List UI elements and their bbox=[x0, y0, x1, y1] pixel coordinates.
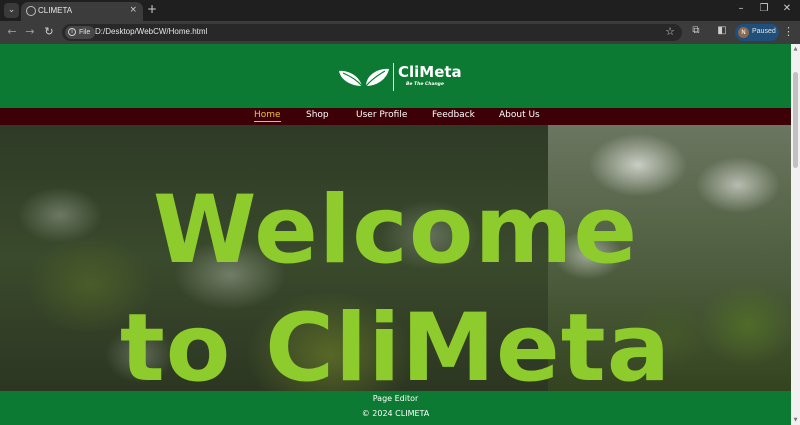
nav-user-profile[interactable]: User Profile bbox=[356, 110, 407, 120]
brand-name: CliMeta bbox=[398, 63, 462, 81]
browser-menu-icon[interactable]: ⋮ bbox=[783, 25, 794, 38]
page-editor-link[interactable]: Page Editor bbox=[0, 394, 791, 403]
back-button[interactable]: ← bbox=[5, 25, 19, 38]
reload-button[interactable]: ↻ bbox=[42, 25, 56, 38]
minimize-button[interactable]: – bbox=[731, 3, 751, 14]
globe-icon bbox=[26, 6, 36, 16]
forward-button[interactable]: → bbox=[23, 25, 37, 38]
nav-about-us[interactable]: About Us bbox=[499, 110, 540, 120]
scroll-up-icon[interactable]: ▲ bbox=[791, 46, 800, 52]
info-icon: i bbox=[68, 28, 76, 37]
extensions-icon[interactable]: ⧉ bbox=[689, 25, 703, 36]
nav-home[interactable]: Home bbox=[254, 110, 281, 122]
main-nav: Home Shop User Profile Feedback About Us bbox=[0, 108, 791, 125]
bookmark-star-icon[interactable]: ☆ bbox=[665, 25, 675, 38]
tab-close-icon[interactable]: × bbox=[129, 5, 137, 15]
tab-title: CLIMETA bbox=[38, 6, 73, 15]
page-viewport: CliMeta Be The Change Home Shop User Pro… bbox=[0, 44, 791, 425]
address-bar[interactable]: i File D:/Desktop/WebCW/Home.html ☆ bbox=[62, 24, 682, 41]
nav-feedback[interactable]: Feedback bbox=[432, 110, 475, 120]
browser-tab[interactable]: CLIMETA × bbox=[21, 2, 143, 21]
site-info-chip[interactable]: i File bbox=[65, 26, 96, 39]
site-header: CliMeta Be The Change bbox=[0, 44, 791, 108]
side-panel-icon[interactable]: ◧ bbox=[715, 25, 729, 36]
browser-toolbar: ← → ↻ i File D:/Desktop/WebCW/Home.html ☆… bbox=[0, 21, 800, 44]
tab-search-button[interactable]: ⌄ bbox=[4, 3, 19, 18]
profile-status: Paused bbox=[752, 28, 776, 35]
site-chip-label: File bbox=[79, 29, 91, 36]
new-tab-button[interactable]: + bbox=[147, 2, 157, 16]
logo-divider bbox=[393, 63, 394, 91]
hero-title-line2: to CliMeta bbox=[119, 294, 672, 391]
browser-tab-bar: ⌄ CLIMETA × + – ❐ ✕ bbox=[0, 0, 800, 21]
hero-banner: Welcome to CliMeta bbox=[0, 125, 791, 391]
leaves-icon bbox=[339, 68, 389, 87]
nav-shop[interactable]: Shop bbox=[306, 110, 329, 120]
hero-title-line1: Welcome bbox=[152, 176, 639, 285]
scroll-down-icon[interactable]: ▼ bbox=[791, 417, 800, 423]
restore-button[interactable]: ❐ bbox=[754, 3, 774, 14]
site-footer: Page Editor © 2024 CLIMETA bbox=[0, 391, 791, 425]
avatar: N bbox=[738, 27, 749, 38]
hero-title: Welcome to CliMeta bbox=[0, 172, 791, 391]
copyright-text: © 2024 CLIMETA bbox=[361, 409, 430, 418]
page-scrollbar[interactable]: ▲ ▼ bbox=[791, 44, 800, 425]
close-window-button[interactable]: ✕ bbox=[777, 3, 797, 14]
site-logo[interactable]: CliMeta Be The Change bbox=[338, 63, 462, 91]
scroll-thumb[interactable] bbox=[793, 72, 798, 168]
url-text[interactable]: D:/Desktop/WebCW/Home.html bbox=[95, 27, 207, 36]
profile-button[interactable]: N Paused bbox=[735, 24, 779, 41]
brand-tagline: Be The Change bbox=[406, 82, 444, 87]
